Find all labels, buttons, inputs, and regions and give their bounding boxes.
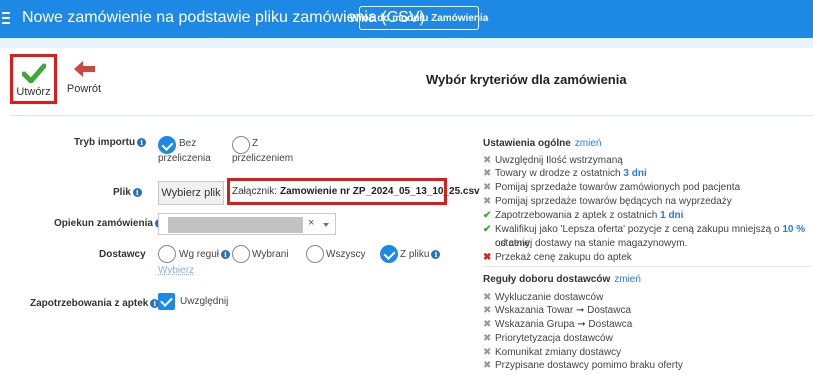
attachment-filename: Zamowienie nr ZP_2024_05_13_10_25.csv <box>280 186 480 197</box>
x-icon: ✖ <box>483 168 492 179</box>
order-guardian-select[interactable]: × <box>158 213 336 235</box>
criteria-section-title: Wybór kryteriów dla zamówienia <box>426 72 627 87</box>
import-mode-label: Tryb importu i <box>74 137 147 148</box>
checkmark-icon <box>21 63 46 83</box>
radio-no-recalculation-label: Bez <box>179 138 197 149</box>
radio-suppliers-from-file-label: Z pliku i <box>400 248 441 261</box>
x-icon: ✖ <box>483 155 492 166</box>
check-icon: ✔ <box>483 210 492 221</box>
supplier-rules-change-link[interactable]: zmień <box>614 274 641 285</box>
info-icon[interactable]: i <box>431 250 441 259</box>
rule-item: ✖ Wskazania Towar ➞ Dostawca <box>483 305 632 316</box>
setting-item: ✖ Towary w drodze z ostatnich 3 dni <box>483 168 647 179</box>
order-guardian-label: Opiekun zamówieniai <box>54 218 164 229</box>
rule-item: ✖ Priorytetyzacja dostawców <box>483 333 613 344</box>
attachment-info: Załącznik: Zamowienie nr ZP_2024_05_13_1… <box>227 178 480 205</box>
choose-file-button[interactable]: Wybierz plik <box>158 181 224 205</box>
x-icon: ✖ <box>483 319 492 330</box>
setting-item-continuation: ostatniej dostawy na stanie magazynowym. <box>495 238 688 249</box>
back-button-label: Powrót <box>66 83 102 95</box>
general-settings-heading: Ustawienia ogólne zmień <box>483 138 602 149</box>
setting-item: ✔ Zapotrzebowania z aptek z ostatnich 1 … <box>483 210 684 221</box>
radio-suppliers-selected-label: Wybrani <box>252 249 289 260</box>
x-icon: ✖ <box>483 292 492 303</box>
x-icon: ✖ <box>483 182 492 193</box>
radio-suppliers-by-rules-label: Wg reguł i <box>179 248 231 261</box>
rule-item: ✖ Wskazania Grupa ➞ Dostawca <box>483 319 633 330</box>
pharmacy-demand-label: Zapotrzebowania z aptek i <box>30 298 160 309</box>
setting-item: ✖ Uwzględnij Ilość wstrzymaną <box>483 155 623 166</box>
radio-no-recalculation-label-line2: przeliczenia <box>158 153 211 164</box>
back-to-orders-module-button[interactable]: Wróć do modułu Zamówienia <box>350 6 488 30</box>
radio-suppliers-from-file[interactable] <box>380 245 398 263</box>
section-divider <box>10 115 813 116</box>
supplier-rules-heading: Reguły doboru dostawców zmień <box>483 274 641 285</box>
include-pharmacy-demand-checkbox[interactable] <box>158 293 175 310</box>
info-icon[interactable]: i <box>137 138 147 147</box>
right-panel-divider <box>483 266 811 267</box>
x-icon: ✖ <box>483 333 492 344</box>
radio-suppliers-all[interactable] <box>306 245 324 263</box>
info-icon[interactable]: i <box>132 188 142 197</box>
setting-item: ✖ Pomijaj sprzedaże towarów zamówionych … <box>483 182 741 193</box>
order-guardian-selected-value <box>168 217 303 233</box>
chevron-down-icon[interactable] <box>323 223 329 227</box>
include-pharmacy-demand-label: Uwzględnij <box>180 296 229 307</box>
rule-item: ✖ Komunikat zmiany dostawcy <box>483 347 622 358</box>
rule-item: ✖ Wykluczanie dostawców <box>483 292 604 303</box>
info-icon[interactable]: i <box>221 250 231 259</box>
x-icon: ✖ <box>483 347 492 358</box>
arrow-left-icon <box>74 61 95 77</box>
suppliers-label: Dostawcy <box>99 249 146 260</box>
x-red-icon: ✖ <box>483 252 492 263</box>
back-button[interactable]: Powrót <box>62 60 106 104</box>
radio-suppliers-selected[interactable] <box>232 245 250 263</box>
general-settings-change-link[interactable]: zmień <box>575 138 602 149</box>
top-header-bar: Nowe zamówienie na podstawie pliku zamów… <box>0 0 813 38</box>
radio-suppliers-by-rules[interactable] <box>158 245 176 263</box>
setting-item: ✖ Przekaż cenę zakupu do aptek <box>483 252 632 263</box>
radio-with-recalculation-label: Z <box>252 138 259 149</box>
rule-item: ✖ Przypisane dostawcy pomimo braku ofert… <box>483 360 683 371</box>
create-button-label: Utwórz <box>16 86 51 98</box>
x-icon: ✖ <box>483 305 492 316</box>
file-label: Plik i <box>113 187 142 198</box>
clear-selection-icon[interactable]: × <box>308 217 314 229</box>
radio-suppliers-all-label: Wszyscy <box>326 249 366 260</box>
hamburger-menu-icon[interactable] <box>2 12 10 24</box>
header-subbar <box>0 38 813 48</box>
radio-with-recalculation-label-line2: przeliczeniem <box>232 153 294 164</box>
setting-item: ✖ Pomijaj sprzedaże towarów będących na … <box>483 196 732 207</box>
choose-suppliers-link[interactable]: Wybierz <box>158 265 194 276</box>
x-icon: ✖ <box>483 196 492 207</box>
create-button[interactable]: Utwórz <box>10 54 57 104</box>
x-icon: ✖ <box>483 360 492 371</box>
attachment-prefix: Załącznik: <box>232 186 278 197</box>
